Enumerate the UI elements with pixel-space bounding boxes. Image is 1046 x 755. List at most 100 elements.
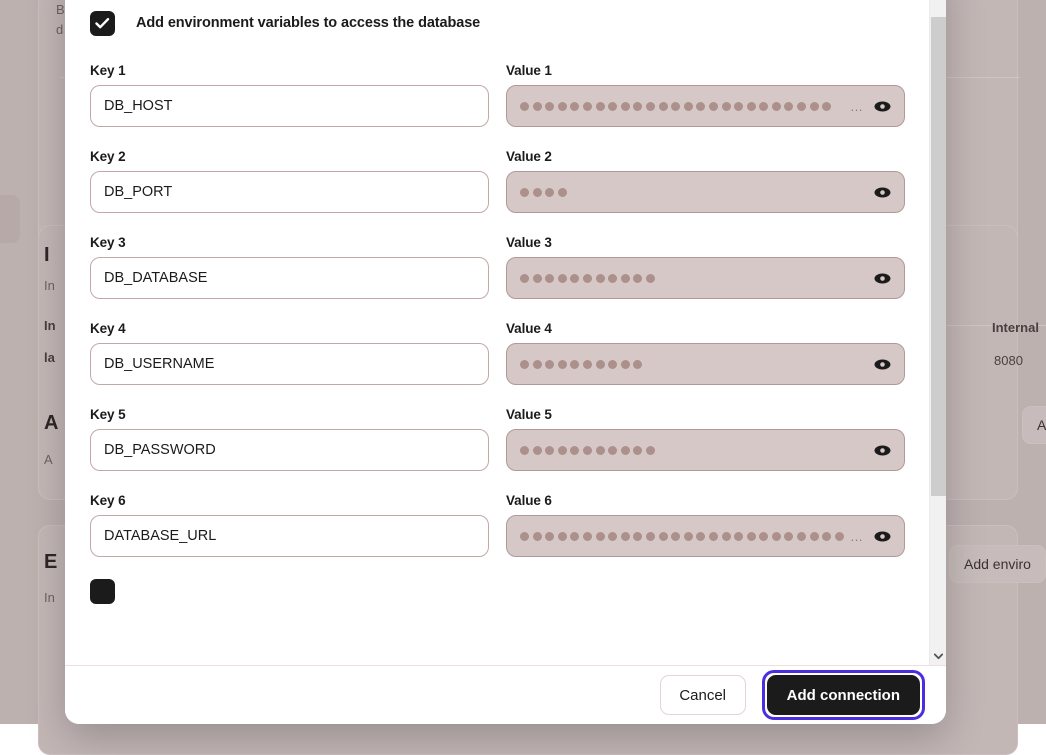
- key-label: Key 4: [90, 321, 489, 336]
- value-label: Value 3: [506, 235, 905, 250]
- mask-dot: [797, 102, 806, 111]
- key-input[interactable]: DB_DATABASE: [90, 257, 489, 299]
- mask-dot: [810, 532, 819, 541]
- mask-dot: [608, 532, 617, 541]
- side-tab-handle[interactable]: [0, 195, 20, 243]
- mask-dot: [684, 102, 693, 111]
- eye-icon[interactable]: [873, 183, 891, 201]
- env-variable-key-column: Key 6 DATABASE_URL: [90, 493, 489, 557]
- mask-dot: [533, 446, 542, 455]
- mask-dot: [520, 274, 529, 283]
- mask-dot: [835, 532, 844, 541]
- add-connection-button[interactable]: Add connection: [767, 675, 920, 715]
- mask-dot: [608, 274, 617, 283]
- mask-dot: [545, 188, 554, 197]
- mask-dot: [583, 274, 592, 283]
- value-input-masked[interactable]: [506, 343, 905, 385]
- env-variable-row: Key 5DB_PASSWORDValue 5: [90, 407, 904, 471]
- eye-icon[interactable]: [873, 269, 891, 287]
- value-input-masked[interactable]: …: [506, 515, 905, 557]
- env-variable-value-column: Value 2: [506, 149, 905, 213]
- mask-dot: [596, 102, 605, 111]
- mask-dot: [747, 102, 756, 111]
- dialog-footer: Cancel Add connection: [65, 665, 946, 724]
- env-variables-field-list: Key 1DB_HOSTValue 1… Key 2 DB_PORT Value 2 K…: [90, 63, 904, 557]
- env-variables-checkbox-row[interactable]: Add environment variables to access the …: [90, 10, 904, 36]
- mask-dot: [583, 102, 592, 111]
- env-variable-row: Key 3DB_DATABASE Value 3: [90, 235, 904, 299]
- eye-icon[interactable]: [873, 441, 891, 459]
- value-input-masked[interactable]: [506, 171, 905, 213]
- key-input[interactable]: DB_USERNAME: [90, 343, 489, 385]
- mask-dot: [533, 188, 542, 197]
- key-input[interactable]: DB_HOST: [90, 85, 489, 127]
- mask-dot: [646, 102, 655, 111]
- key-input[interactable]: DB_PASSWORD: [90, 429, 489, 471]
- mask-dot: [671, 102, 680, 111]
- key-label: Key 6: [90, 493, 489, 508]
- background-text: In: [44, 318, 56, 333]
- env-variable-value-column: Value 3: [506, 235, 905, 299]
- env-variable-key-column: Key 4 DB_USERNAME: [90, 321, 489, 385]
- eye-icon[interactable]: [873, 355, 891, 373]
- background-button[interactable]: A: [1022, 406, 1046, 444]
- mask-dot: [520, 102, 529, 111]
- masked-value-dots: [520, 188, 864, 197]
- mask-dot: [583, 532, 592, 541]
- env-variable-row: Key 1DB_HOSTValue 1…: [90, 63, 904, 127]
- env-variables-checkbox[interactable]: [90, 11, 115, 36]
- value-input-masked[interactable]: [506, 429, 905, 471]
- mask-dot: [784, 532, 793, 541]
- eye-icon[interactable]: [873, 527, 891, 545]
- mask-dot: [583, 360, 592, 369]
- dialog-scrollbar[interactable]: [929, 0, 946, 665]
- scrollbar-thumb[interactable]: [931, 17, 946, 496]
- mask-dot: [747, 532, 756, 541]
- mask-dot: [772, 102, 781, 111]
- chevron-down-icon[interactable]: [930, 648, 946, 665]
- env-variable-value-column: Value 4: [506, 321, 905, 385]
- eye-icon[interactable]: [873, 97, 891, 115]
- env-variable-row: Key 6DATABASE_URLValue 6…: [90, 493, 904, 557]
- cancel-button[interactable]: Cancel: [660, 675, 746, 715]
- env-variable-key-column: Key 1DB_HOST: [90, 63, 489, 127]
- mask-dot: [659, 532, 668, 541]
- mask-dot: [633, 532, 642, 541]
- background-text: la: [44, 350, 55, 365]
- mask-dot: [608, 102, 617, 111]
- background-text: 8080: [994, 353, 1023, 368]
- mask-dot: [621, 446, 630, 455]
- mask-dot: [558, 532, 567, 541]
- background-text: In: [44, 278, 55, 293]
- background-button[interactable]: Add enviro: [949, 545, 1046, 583]
- mask-dot: [759, 532, 768, 541]
- mask-dot: [646, 274, 655, 283]
- value-input-masked[interactable]: …: [506, 85, 905, 127]
- mask-dot: [633, 102, 642, 111]
- mask-dot: [722, 532, 731, 541]
- mask-dot: [570, 102, 579, 111]
- background-text: A: [44, 452, 53, 467]
- mask-dot: [759, 102, 768, 111]
- mask-dot: [734, 102, 743, 111]
- env-variable-key-column: Key 3DB_DATABASE: [90, 235, 489, 299]
- mask-dot: [570, 532, 579, 541]
- key-input[interactable]: DATABASE_URL: [90, 515, 489, 557]
- mask-dot: [784, 102, 793, 111]
- mask-dot: [621, 360, 630, 369]
- value-input-masked[interactable]: [506, 257, 905, 299]
- value-label: Value 2: [506, 149, 905, 164]
- key-label: Key 2: [90, 149, 489, 164]
- mask-dot: [558, 360, 567, 369]
- env-variables-checkbox-label: Add environment variables to access the …: [136, 15, 480, 31]
- masked-value-dots: [520, 360, 864, 369]
- mask-dot: [696, 102, 705, 111]
- mask-dot: [545, 532, 554, 541]
- value-truncation-ellipsis: …: [850, 99, 864, 114]
- key-input[interactable]: DB_PORT: [90, 171, 489, 213]
- value-label: Value 4: [506, 321, 905, 336]
- value-label: Value 5: [506, 407, 905, 422]
- secondary-checkbox-partial[interactable]: [90, 579, 115, 604]
- mask-dot: [558, 446, 567, 455]
- mask-dot: [608, 446, 617, 455]
